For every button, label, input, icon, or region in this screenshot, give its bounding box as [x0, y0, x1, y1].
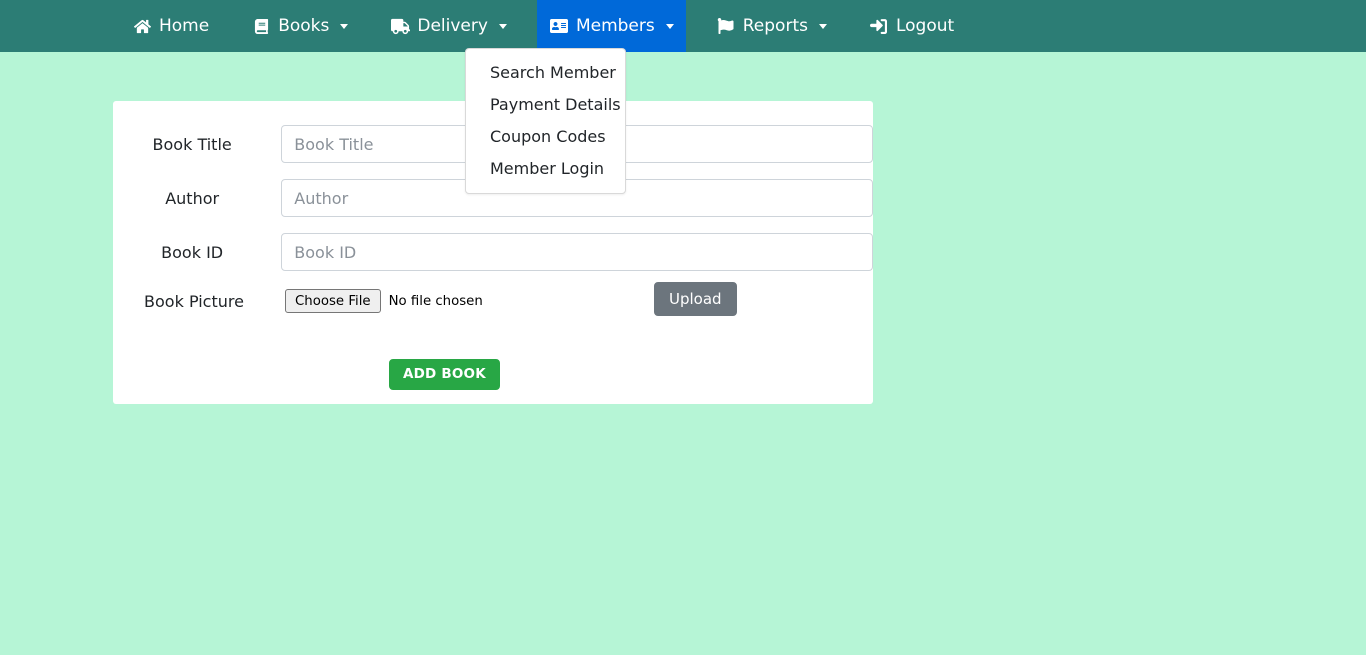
nav-item-label: Members [575, 15, 655, 36]
sign-out-icon [869, 17, 889, 35]
chevron-down-icon [818, 23, 827, 29]
label-author: Author [165, 188, 220, 208]
file-status-text: No file chosen [388, 293, 483, 309]
form-row-book-id: Book ID [113, 233, 873, 271]
nav-item-home[interactable]: Home [120, 0, 221, 52]
nav-item-label: Books [278, 15, 330, 36]
chevron-down-icon [340, 23, 349, 29]
nav-item-label: Reports [742, 15, 808, 36]
file-input-group: Choose File No file chosen [285, 289, 483, 313]
label-book-id: Book ID [161, 242, 224, 262]
form-row-book-picture: Book Picture Choose File No file chosen [113, 289, 873, 313]
truck-icon [390, 17, 410, 35]
book-id-input[interactable] [281, 233, 873, 271]
chevron-down-icon [665, 23, 674, 29]
main-navbar: Home Books Delivery Members Reports Logo [0, 0, 1366, 52]
nav-item-delivery[interactable]: Delivery [378, 0, 519, 52]
nav-item-books[interactable]: Books [239, 0, 360, 52]
add-book-button[interactable]: ADD BOOK [389, 359, 500, 390]
upload-button[interactable]: Upload [654, 282, 737, 316]
nav-item-label: Home [159, 15, 210, 36]
chevron-down-icon [498, 23, 507, 29]
address-card-icon [549, 17, 569, 35]
label-book-title: Book Title [152, 134, 232, 154]
label-book-picture: Book Picture [144, 291, 244, 311]
dropdown-item-coupon-codes[interactable]: Coupon Codes [466, 121, 625, 153]
dropdown-item-payment-details[interactable]: Payment Details [466, 89, 625, 121]
members-dropdown-menu: Search Member Payment Details Coupon Cod… [465, 48, 626, 194]
choose-file-button[interactable]: Choose File [285, 289, 381, 313]
home-icon [132, 17, 152, 35]
nav-item-members[interactable]: Members [536, 0, 686, 52]
dropdown-item-search-member[interactable]: Search Member [466, 57, 625, 89]
flag-icon [716, 17, 736, 35]
nav-item-reports[interactable]: Reports [704, 0, 839, 52]
nav-item-logout[interactable]: Logout [857, 0, 966, 52]
nav-item-label: Delivery [417, 15, 488, 36]
book-icon [251, 17, 271, 35]
dropdown-item-member-login[interactable]: Member Login [466, 153, 625, 185]
nav-item-label: Logout [895, 15, 955, 36]
